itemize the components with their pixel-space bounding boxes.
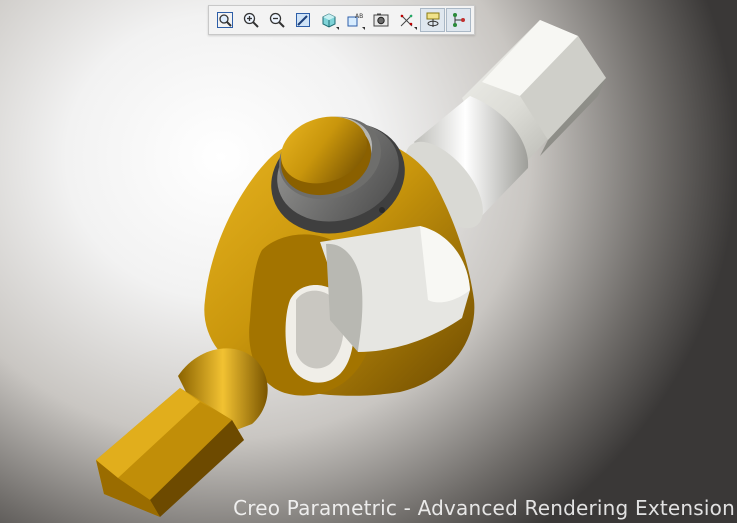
lower-shaft[interactable] bbox=[96, 348, 268, 517]
saved-orientations-button[interactable]: AB bbox=[342, 8, 367, 32]
saved-orientations-dropdown-icon bbox=[362, 27, 365, 30]
repaint-icon bbox=[295, 13, 310, 27]
spin-center-icon bbox=[426, 12, 439, 27]
display-style-dropdown-icon bbox=[336, 27, 339, 30]
display-style-icon bbox=[322, 13, 335, 28]
display-style-button[interactable] bbox=[316, 8, 341, 32]
view-toolbar: AB bbox=[208, 5, 475, 35]
datum-display-dropdown-icon bbox=[414, 27, 417, 30]
zoom-out-icon bbox=[269, 12, 285, 28]
graphics-window[interactable]: AB Creo Parametric - Advanced Rendering … bbox=[0, 0, 737, 523]
refit-icon bbox=[216, 12, 233, 28]
view-manager-button[interactable] bbox=[368, 8, 393, 32]
refit-button[interactable] bbox=[212, 8, 237, 32]
zoom-out-button[interactable] bbox=[264, 8, 289, 32]
svg-text:AB: AB bbox=[355, 13, 363, 20]
datum-display-icon bbox=[400, 14, 412, 27]
universal-joint-model[interactable] bbox=[0, 0, 737, 523]
saved-orientations-icon: AB bbox=[347, 13, 363, 27]
repaint-button[interactable] bbox=[290, 8, 315, 32]
zoom-in-icon bbox=[243, 12, 259, 28]
datum-display-button[interactable] bbox=[394, 8, 419, 32]
view-manager-icon bbox=[373, 13, 388, 27]
zoom-in-button[interactable] bbox=[238, 8, 263, 32]
spin-center-button[interactable] bbox=[420, 8, 445, 32]
mechanism-connections-button[interactable] bbox=[446, 8, 471, 32]
mechanism-connections-icon bbox=[452, 13, 465, 27]
watermark-text: Creo Parametric - Advanced Rendering Ext… bbox=[233, 496, 735, 520]
